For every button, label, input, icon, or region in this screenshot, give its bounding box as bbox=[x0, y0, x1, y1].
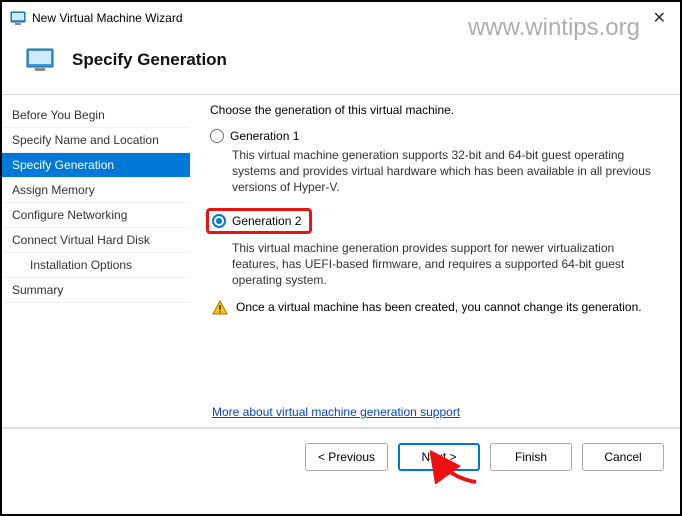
generation-2-radio[interactable] bbox=[212, 214, 226, 228]
wizard-header: Specify Generation bbox=[2, 32, 680, 94]
close-icon[interactable]: ✕ bbox=[647, 8, 672, 28]
vm-wizard-icon bbox=[10, 10, 26, 26]
step-specify-name[interactable]: Specify Name and Location bbox=[2, 128, 190, 153]
finish-button[interactable]: Finish bbox=[490, 443, 572, 471]
generation-2-description: This virtual machine generation provides… bbox=[232, 240, 664, 289]
warning-text: Once a virtual machine has been created,… bbox=[236, 300, 642, 314]
generation-1-label: Generation 1 bbox=[230, 129, 299, 143]
more-info-link[interactable]: More about virtual machine generation su… bbox=[212, 405, 460, 419]
content-panel: Choose the generation of this virtual ma… bbox=[190, 95, 680, 427]
page-title: Specify Generation bbox=[72, 50, 227, 70]
window-title: New Virtual Machine Wizard bbox=[32, 11, 641, 25]
warning-icon bbox=[212, 300, 228, 316]
step-specify-generation[interactable]: Specify Generation bbox=[2, 153, 190, 178]
generation-1-description: This virtual machine generation supports… bbox=[232, 147, 664, 196]
step-connect-vhd[interactable]: Connect Virtual Hard Disk bbox=[2, 228, 190, 253]
vm-icon bbox=[26, 48, 54, 72]
titlebar: New Virtual Machine Wizard ✕ bbox=[2, 2, 680, 32]
instruction-text: Choose the generation of this virtual ma… bbox=[210, 103, 664, 117]
step-configure-networking[interactable]: Configure Networking bbox=[2, 203, 190, 228]
generation-2-option[interactable]: Generation 2 bbox=[206, 208, 312, 234]
warning-row: Once a virtual machine has been created,… bbox=[212, 300, 664, 316]
wizard-steps: Before You Begin Specify Name and Locati… bbox=[2, 95, 190, 427]
generation-1-option[interactable]: Generation 1 bbox=[210, 129, 664, 143]
step-summary[interactable]: Summary bbox=[2, 278, 190, 303]
step-assign-memory[interactable]: Assign Memory bbox=[2, 178, 190, 203]
previous-button[interactable]: < Previous bbox=[305, 443, 388, 471]
step-installation-options[interactable]: Installation Options bbox=[2, 253, 190, 278]
generation-2-label: Generation 2 bbox=[232, 214, 301, 228]
cancel-button[interactable]: Cancel bbox=[582, 443, 664, 471]
generation-1-radio[interactable] bbox=[210, 129, 224, 143]
step-before-you-begin[interactable]: Before You Begin bbox=[2, 103, 190, 128]
next-button[interactable]: Next > bbox=[398, 443, 480, 471]
wizard-footer: < Previous Next > Finish Cancel bbox=[2, 428, 680, 485]
